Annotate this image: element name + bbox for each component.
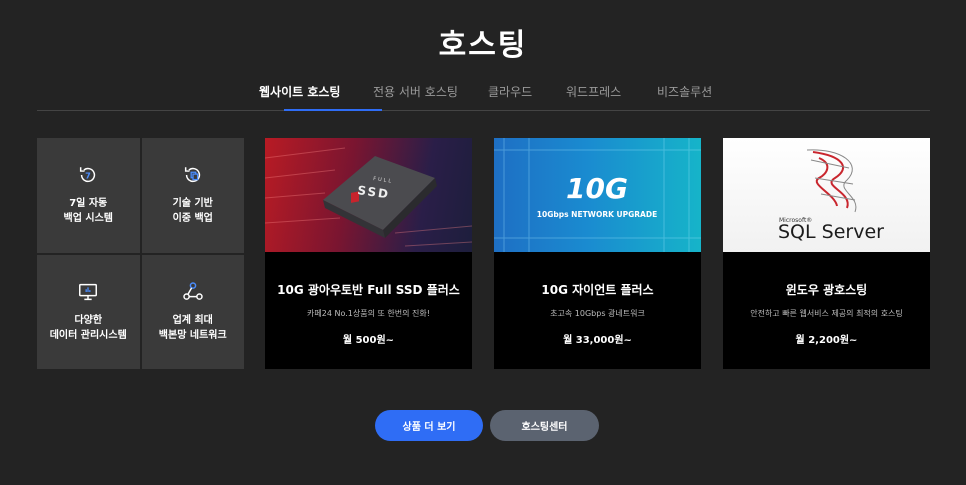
feature-label: 기술 기반 이중 백업	[172, 198, 213, 225]
product-title: 10G 자이언트 플러스	[541, 283, 654, 297]
monitor-chart-icon	[79, 283, 98, 300]
tab-dedicated-server[interactable]: 전용 서버 호스팅	[373, 83, 458, 100]
feature-label: 7일 자동 백업 시스템	[63, 198, 113, 225]
network-nodes-icon	[183, 282, 203, 300]
product-tabs: 웹사이트 호스팅 전용 서버 호스팅 클라우드 워드프레스 비즈솔루션	[37, 78, 930, 111]
feature-label: 다양한 데이터 관리시스템	[49, 314, 127, 341]
backup-7day-icon: 7	[80, 167, 96, 183]
network-illustration: 10G 10Gbps NETWORK UPGRADE	[494, 138, 701, 252]
network-banner-sub: 10Gbps NETWORK UPGRADE	[537, 210, 657, 219]
product-price: 월 500원~	[342, 335, 395, 346]
ssd-illustration: FULL SSD	[265, 147, 472, 247]
feature-item-dual-backup: 기술 기반 이중 백업	[141, 138, 244, 253]
sql-banner-label: SQL Server	[778, 221, 884, 243]
more-products-button[interactable]: 상품 더 보기	[375, 410, 483, 441]
tab-website-hosting[interactable]: 웹사이트 호스팅	[259, 83, 340, 100]
feature-item-data-management: 다양한 데이터 관리시스템	[37, 254, 140, 369]
page-title: 호스팅	[438, 28, 528, 63]
sql-server-banner-image: Microsoft® SQL Server	[723, 138, 930, 252]
ssd-banner-image: FULL SSD	[265, 138, 472, 252]
hosting-center-button[interactable]: 호스팅센터	[490, 410, 599, 441]
tab-cloud[interactable]: 클라우드	[488, 83, 532, 100]
product-card-full-ssd[interactable]: FULL SSD 10G 광아우토반 Full SSD 플러스 카페24 No.…	[265, 138, 472, 369]
active-tab-indicator	[284, 109, 382, 111]
network-banner-image: 10G 10Gbps NETWORK UPGRADE	[494, 138, 701, 252]
product-title: 10G 광아우토반 Full SSD 플러스	[277, 283, 460, 297]
product-title: 윈도우 광호스팅	[785, 283, 868, 297]
feature-grid: 7 7일 자동 백업 시스템 기술 기반 이중 백업 다양한 데이터 관리시스템…	[37, 138, 244, 369]
product-desc: 초고속 10Gbps 광네트워크	[550, 309, 645, 318]
svg-text:7: 7	[85, 171, 91, 181]
dual-backup-icon	[184, 167, 200, 183]
tab-biz-solution[interactable]: 비즈솔루션	[657, 83, 712, 100]
product-desc: 안전하고 빠른 웹서비스 제공의 최적의 호스팅	[750, 309, 903, 318]
sql-server-logo: Microsoft® SQL Server	[778, 149, 884, 243]
tab-wordpress[interactable]: 워드프레스	[566, 83, 621, 100]
product-price: 월 2,200원~	[795, 335, 858, 346]
feature-item-backbone-network: 업계 최대 백본망 네트워크	[141, 254, 244, 369]
feature-label: 업계 최대 백본망 네트워크	[158, 314, 227, 341]
product-price: 월 33,000원~	[563, 335, 632, 346]
feature-item-7day-backup: 7 7일 자동 백업 시스템	[37, 138, 140, 253]
network-banner-label: 10G	[566, 172, 628, 205]
product-card-windows-hosting[interactable]: Microsoft® SQL Server 윈도우 광호스팅 안전하고 빠른 웹…	[723, 138, 930, 369]
product-card-10g-giant[interactable]: 10G 10Gbps NETWORK UPGRADE 10G 자이언트 플러스 …	[494, 138, 701, 369]
product-desc: 카페24 No.1상품의 또 한번의 진화!	[307, 309, 430, 318]
